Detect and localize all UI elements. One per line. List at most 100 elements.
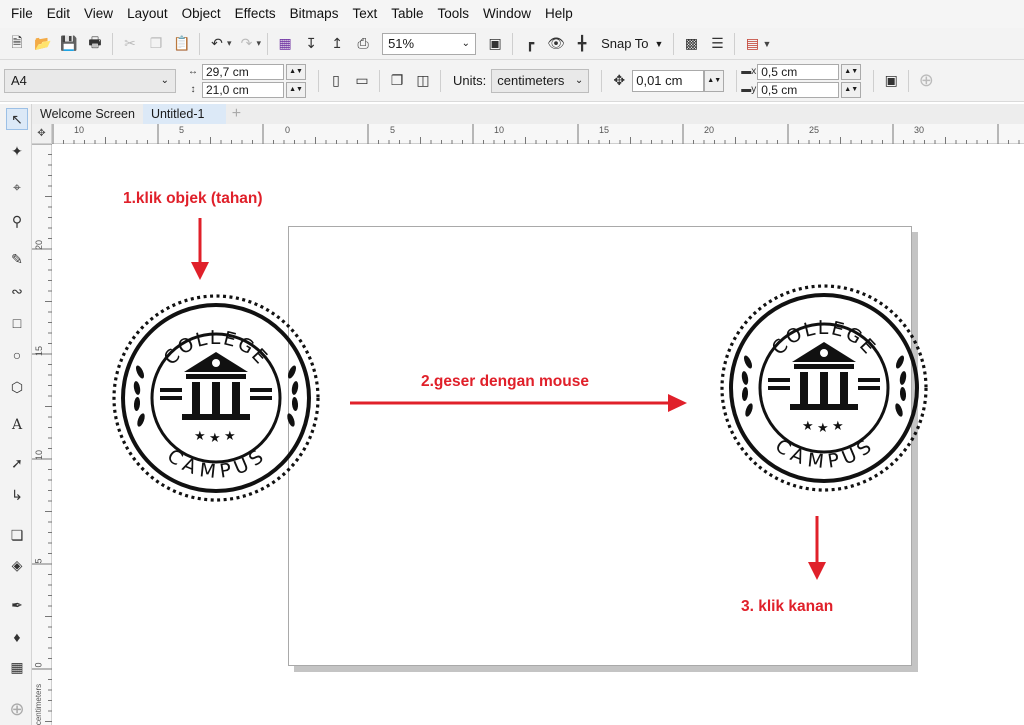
horizontal-ruler[interactable]: 10 5 0 5 10 15 20 25 30 (52, 124, 1024, 144)
edit-bleed-icon[interactable]: ▣ (878, 68, 904, 94)
options-icon[interactable]: ☰ (704, 31, 730, 57)
duplicate-y-stepper[interactable]: ▲▼ (841, 81, 862, 98)
cut-icon[interactable]: ✂ (117, 31, 143, 57)
page-height-field[interactable]: 21,0 cm (202, 81, 284, 98)
menu-bitmaps[interactable]: Bitmaps (283, 0, 346, 28)
ruler-label: 20 (704, 125, 715, 135)
menu-tools[interactable]: Tools (431, 0, 477, 28)
menu-layout[interactable]: Layout (120, 0, 175, 28)
add-icon[interactable]: ⊕ (913, 68, 939, 94)
search-content-icon[interactable]: ▦ (272, 31, 298, 57)
toolbar-divider (199, 32, 200, 55)
menu-view[interactable]: View (77, 0, 120, 28)
units-select[interactable]: centimeters ⌄ (491, 68, 590, 93)
current-page-icon[interactable]: ◫ (410, 68, 436, 94)
open-folder-icon[interactable]: 📂 (30, 31, 56, 57)
eyedropper-icon[interactable]: ✒ (6, 594, 28, 616)
vertical-ruler[interactable]: 20 15 10 5 0 centimeters (32, 144, 52, 725)
nudge-distance-field[interactable]: 0,01 cm (632, 69, 705, 92)
step1-annotation: 1.klik objek (tahan) (123, 190, 263, 207)
svg-text:★: ★ (194, 429, 206, 444)
page-width-field[interactable]: 29,7 cm (202, 63, 284, 80)
page-width-stepper[interactable]: ▲▼ (286, 63, 306, 80)
launcher-dropdown-icon[interactable]: ▼ (762, 39, 771, 49)
snap-to-menu[interactable]: Snap To ▼ (595, 36, 669, 51)
standard-toolbar: 🗎 📂 💾 🖶 ✂ ❐ 📋 ↶ ▾ ↷ ▾ ▦ ↧ ↥ ⎙ 51% ⌄ ▣ ┏ 👁 … (0, 28, 1024, 60)
tab-welcome-screen[interactable]: Welcome Screen (32, 104, 143, 124)
copy-icon[interactable]: ❐ (143, 31, 169, 57)
portrait-icon[interactable]: ▯ (323, 68, 349, 94)
show-guidelines-icon[interactable]: ╋ (569, 31, 595, 57)
paste-icon[interactable]: 📋 (169, 31, 195, 57)
print-icon[interactable]: 🖶 (82, 31, 108, 57)
page-size-select[interactable]: A4 ⌄ (4, 68, 176, 93)
freehand-tool-icon[interactable]: ✎ (6, 248, 28, 270)
college-campus-logo-copy[interactable]: COLLEGE CAMPUS ★ ★ ★ (718, 282, 930, 494)
menu-file[interactable]: File (4, 0, 40, 28)
undo-dropdown-icon[interactable]: ▾ (227, 38, 232, 49)
landscape-icon[interactable]: ▭ (349, 68, 375, 94)
chevron-down-icon: ⌄ (461, 38, 471, 49)
publish-pdf-icon[interactable]: ⎙ (350, 31, 376, 57)
ruler-origin-icon[interactable]: ✥ (32, 124, 52, 144)
menu-table[interactable]: Table (384, 0, 430, 28)
document-tabs: Welcome Screen Untitled-1 + (32, 104, 1024, 124)
college-campus-logo[interactable]: COLLEGE CAMPUS ★ ★ ★ (110, 292, 322, 504)
duplicate-x-field[interactable]: 0,5 cm (757, 63, 840, 80)
ruler-label: 5 (33, 558, 44, 564)
crop-tool-icon[interactable]: ⌖ (6, 176, 28, 198)
save-icon[interactable]: 💾 (56, 31, 82, 57)
pick-tool-icon[interactable]: ↖ (6, 108, 28, 130)
menu-object[interactable]: Object (175, 0, 228, 28)
shape-tool-icon[interactable]: ✦ (6, 140, 28, 162)
new-document-icon[interactable]: 🗎 (4, 31, 30, 57)
import-icon[interactable]: ↧ (298, 31, 324, 57)
ruler-unit-label: centimeters (34, 683, 44, 725)
all-pages-icon[interactable]: ❐ (384, 68, 410, 94)
ellipse-tool-icon[interactable]: ○ (6, 344, 28, 366)
ruler-label: 5 (179, 125, 185, 135)
new-tab-icon[interactable]: + (226, 104, 246, 124)
logo-bottom-text: CAMPUS (163, 445, 269, 483)
show-rulers-icon[interactable]: ┏ (517, 31, 543, 57)
drop-shadow-icon[interactable]: ❏ (6, 524, 28, 546)
menu-effects[interactable]: Effects (228, 0, 283, 28)
menu-text[interactable]: Text (345, 0, 384, 28)
tab-untitled-1[interactable]: Untitled-1 (142, 104, 227, 124)
smart-fill-icon[interactable]: ▦ (6, 656, 28, 678)
add-tool-icon[interactable]: ⊕ (6, 698, 28, 720)
full-screen-preview-icon[interactable]: ▣ (482, 31, 508, 57)
polygon-tool-icon[interactable]: ⬡ (6, 376, 28, 398)
show-grid-icon[interactable]: 👁 (543, 31, 569, 57)
zoom-tool-icon[interactable]: ⚲ (6, 210, 28, 232)
interactive-fill-icon[interactable]: ♦ (6, 626, 28, 648)
zoom-level-select[interactable]: 51% ⌄ (382, 32, 477, 55)
ruler-label: 0 (33, 662, 44, 668)
menu-edit[interactable]: Edit (40, 0, 77, 28)
nudge-distance-stepper[interactable]: ▲▼ (704, 69, 725, 92)
ruler-label: 30 (914, 125, 925, 135)
parallel-dimension-icon[interactable]: ➚ (6, 452, 28, 474)
zoom-level-value: 51% (388, 36, 415, 51)
toolbar-divider (379, 69, 380, 92)
welcome-screen-icon[interactable]: ▩ (678, 31, 704, 57)
transparency-icon[interactable]: ◈ (6, 554, 28, 576)
connector-tool-icon[interactable]: ↳ (6, 484, 28, 506)
artistic-media-icon[interactable]: ∾ (6, 280, 28, 302)
nudge-distance-icon: ✥ (613, 72, 626, 88)
menu-window[interactable]: Window (476, 0, 538, 28)
duplicate-x-stepper[interactable]: ▲▼ (841, 63, 862, 80)
page-height-stepper[interactable]: ▲▼ (286, 81, 306, 98)
text-tool-icon[interactable]: A (6, 414, 28, 436)
ruler-label: 10 (494, 125, 505, 135)
logo-stars-icon: ★ ★ ★ (194, 429, 236, 446)
export-icon[interactable]: ↥ (324, 31, 350, 57)
vertical-ruler-ticks (32, 144, 52, 722)
duplicate-y-field[interactable]: 0,5 cm (757, 81, 840, 98)
chevron-down-icon: ▼ (654, 38, 664, 49)
ruler-label: 0 (285, 125, 291, 135)
ruler-label: 10 (74, 125, 85, 135)
menu-help[interactable]: Help (538, 0, 580, 28)
redo-dropdown-icon[interactable]: ▾ (257, 38, 262, 49)
rectangle-tool-icon[interactable]: □ (6, 312, 28, 334)
